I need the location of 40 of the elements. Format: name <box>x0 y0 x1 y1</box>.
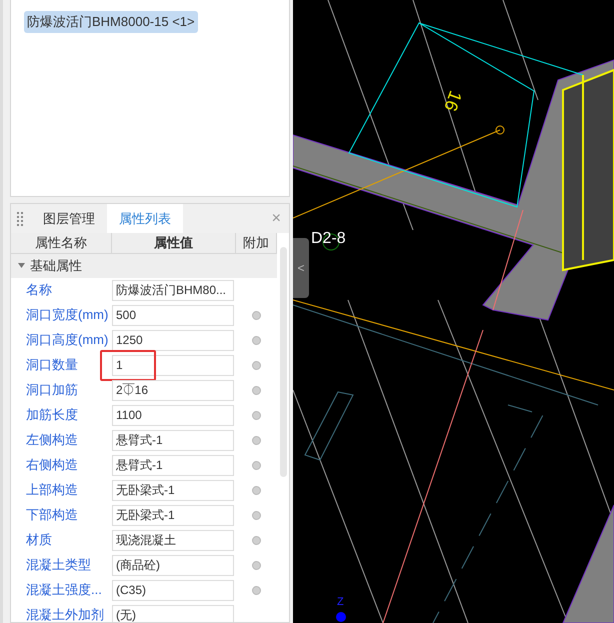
value-field[interactable]: 现浇混凝土 <box>112 530 234 550</box>
property-name: 混凝土外加剂 <box>25 606 105 622</box>
property-name: 右侧构造 <box>25 456 79 474</box>
value-field[interactable]: 2⏁16 <box>112 380 234 400</box>
property-name: 加筋长度 <box>25 406 79 424</box>
scrollbar-thumb[interactable] <box>280 247 286 477</box>
property-name: 材质 <box>25 531 53 550</box>
value-field[interactable]: (商品砼) <box>112 554 234 576</box>
axis-label: D2-8 <box>311 231 346 247</box>
component-item[interactable]: 防爆波活门BHM8000-15 <1> <box>24 11 198 32</box>
value-field[interactable]: (无) <box>112 604 234 622</box>
property-name: 名称 <box>25 281 53 300</box>
property-name: 上部构造 <box>25 481 79 500</box>
group-label: 基础属性 <box>30 256 82 275</box>
value-field[interactable]: 无卧梁式-1 <box>112 504 234 526</box>
property-name: 洞口加筋 <box>25 381 79 400</box>
z-axis-label: Z <box>337 597 344 608</box>
panel-tab[interactable]: 图层管理 <box>31 204 107 233</box>
value-field[interactable]: (C35) <box>112 580 234 600</box>
property-name: 洞口高度(mm) <box>25 331 110 350</box>
rebar-label: 16 <box>441 88 465 114</box>
value-field[interactable]: 500 <box>112 304 234 326</box>
value-field[interactable]: 1 <box>112 354 234 376</box>
property-name: 混凝土强度... <box>25 581 103 600</box>
group-row[interactable]: 基础属性 <box>11 254 277 278</box>
property-name: 下部构造 <box>25 506 79 524</box>
property-name: 混凝土类型 <box>25 556 92 574</box>
property-name: 洞口宽度(mm) <box>25 306 110 324</box>
value-field[interactable]: 悬臂式-1 <box>112 454 234 476</box>
value-field[interactable]: 防爆波活门BHM80... <box>112 280 234 300</box>
caret-icon <box>18 262 25 269</box>
property-name: 左侧构造 <box>25 431 79 450</box>
value-field[interactable]: 1250 <box>112 330 234 350</box>
panel-tab[interactable]: 属性列表 <box>107 204 183 233</box>
property-name: 洞口数量 <box>25 356 79 374</box>
value-field[interactable]: 1100 <box>112 404 234 426</box>
value-field[interactable]: 悬臂式-1 <box>112 430 234 450</box>
collapse-handle[interactable]: < <box>293 238 309 298</box>
drag-handle-icon[interactable] <box>17 212 23 226</box>
value-field[interactable]: 无卧梁式-1 <box>112 480 234 500</box>
